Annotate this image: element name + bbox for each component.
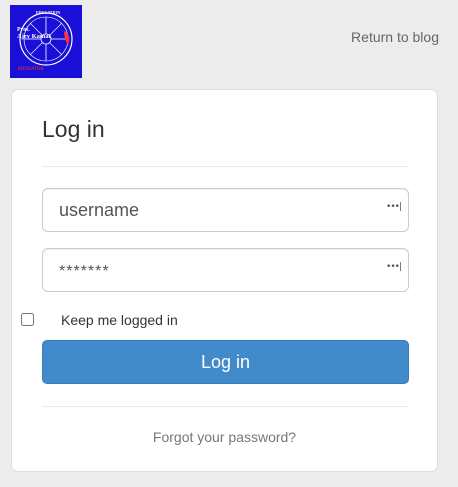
logo-text-name: Ajey Kamat <box>17 33 51 40</box>
remember-me-label[interactable]: Keep me logged in <box>61 312 178 328</box>
forgot-password-link[interactable]: Forgot your password? <box>12 429 437 445</box>
username-input[interactable] <box>43 189 408 231</box>
remember-me-checkbox[interactable] <box>21 313 34 326</box>
password-manager-icon[interactable]: •••| <box>386 262 402 272</box>
site-logo[interactable]: EDUCATION Prof. Ajey Kamat MEDIATOR <box>10 5 82 78</box>
divider-top <box>42 166 409 167</box>
logo-text-top: EDUCATION <box>36 10 61 15</box>
password-field-wrapper: •••| <box>42 248 409 292</box>
logo-text-bottom: MEDIATOR <box>18 67 44 72</box>
return-to-blog-link[interactable]: Return to blog <box>351 29 439 45</box>
page-title: Log in <box>42 116 105 142</box>
divider-bottom <box>42 406 409 407</box>
password-manager-icon[interactable]: •••| <box>386 202 402 212</box>
login-button[interactable]: Log in <box>42 340 409 384</box>
username-field-wrapper: •••| <box>42 188 409 232</box>
login-card: Log in •••| •••| Keep me logged in Log i… <box>11 89 438 472</box>
password-input[interactable] <box>43 249 408 291</box>
